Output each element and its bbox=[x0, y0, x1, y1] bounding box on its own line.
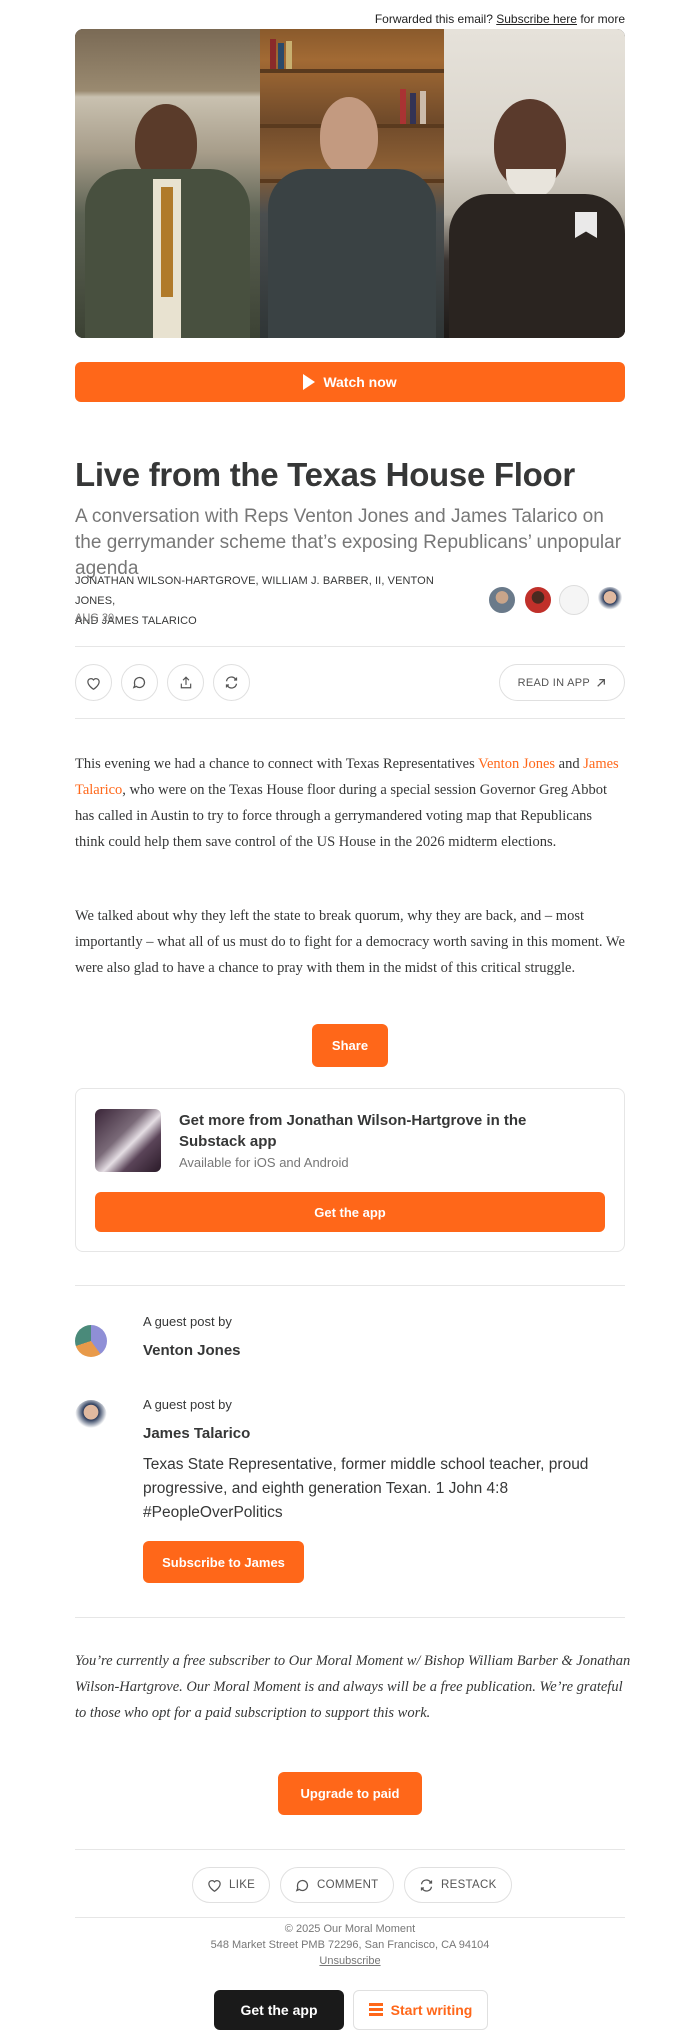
share-button[interactable]: Share bbox=[312, 1024, 388, 1067]
read-in-app-label: READ IN APP bbox=[517, 676, 590, 689]
video-thumbnail[interactable] bbox=[75, 29, 625, 338]
footer-address: 548 Market Street PMB 72296, San Francis… bbox=[210, 1939, 490, 1951]
video-pane-left bbox=[75, 29, 260, 338]
comment-icon bbox=[132, 676, 146, 689]
avatar[interactable] bbox=[595, 585, 625, 615]
avatar[interactable] bbox=[75, 1325, 107, 1357]
restack-icon bbox=[420, 1878, 433, 1892]
substack-logo-icon bbox=[368, 2003, 383, 2017]
heart-icon bbox=[87, 677, 100, 690]
arrow-up-right-icon bbox=[597, 678, 605, 687]
app-card-title: Get more from Jonathan Wilson-Hartgrove … bbox=[179, 1112, 527, 1150]
divider bbox=[75, 646, 625, 647]
avatar[interactable] bbox=[75, 1400, 107, 1432]
get-app-button[interactable]: Get the app bbox=[95, 1192, 605, 1232]
comment-icon bbox=[295, 1879, 309, 1892]
divider bbox=[75, 1849, 625, 1850]
author-avatars bbox=[487, 585, 625, 615]
footer-copyright: © 2025 Our Moral Moment bbox=[284, 1923, 416, 1935]
subscribe-here-link[interactable]: Subscribe here bbox=[496, 12, 577, 26]
restack-icon bbox=[225, 676, 238, 689]
comment-pill-button[interactable]: COMMENT bbox=[280, 1867, 394, 1903]
share-icon-button[interactable] bbox=[167, 664, 204, 701]
divider bbox=[75, 1617, 625, 1618]
share-icon bbox=[180, 676, 191, 689]
video-pane-right bbox=[444, 29, 625, 338]
guest-post-label: A guest post by bbox=[143, 1314, 232, 1329]
footer-get-app-button[interactable]: Get the app bbox=[214, 1990, 344, 2030]
like-button[interactable] bbox=[75, 664, 112, 701]
watch-now-label: Watch now bbox=[323, 374, 397, 390]
body-paragraph-1: This evening we had a chance to connect … bbox=[75, 751, 625, 855]
unsubscribe-link[interactable]: Unsubscribe bbox=[75, 1953, 625, 1969]
forward-suffix: for more bbox=[580, 12, 625, 26]
post-date: AUG 20 bbox=[75, 612, 115, 624]
play-icon bbox=[303, 374, 316, 390]
get-app-card: Get more from Jonathan Wilson-Hartgrove … bbox=[75, 1088, 625, 1252]
forward-text: Forwarded this email? bbox=[374, 12, 493, 26]
avatar[interactable] bbox=[559, 585, 589, 615]
guest-post-label: A guest post by bbox=[143, 1397, 232, 1412]
author-byline-line1: JONATHAN WILSON-HARTGROVE, WILLIAM J. BA… bbox=[75, 575, 434, 607]
guest-name-james[interactable]: James Talarico bbox=[143, 1425, 250, 1442]
publication-thumbnail bbox=[95, 1109, 161, 1172]
upgrade-to-paid-button[interactable]: Upgrade to paid bbox=[278, 1772, 422, 1815]
venton-jones-link[interactable]: Venton Jones bbox=[478, 756, 555, 772]
watch-now-button[interactable]: Watch now bbox=[75, 362, 625, 402]
restack-button[interactable] bbox=[213, 664, 250, 701]
heart-icon bbox=[208, 1880, 221, 1892]
divider bbox=[75, 1285, 625, 1286]
post-title[interactable]: Live from the Texas House Floor bbox=[75, 456, 635, 494]
like-label: LIKE bbox=[229, 1879, 256, 1891]
body-text: and bbox=[555, 756, 584, 772]
comment-label: COMMENT bbox=[317, 1879, 379, 1891]
avatar[interactable] bbox=[487, 585, 517, 615]
comment-button[interactable] bbox=[121, 664, 158, 701]
start-writing-button[interactable]: Start writing bbox=[353, 1990, 488, 2030]
divider bbox=[75, 1917, 625, 1918]
free-subscriber-note: You’re currently a free subscriber to Ou… bbox=[75, 1653, 631, 1721]
start-writing-label: Start writing bbox=[390, 2002, 473, 2018]
footer: © 2025 Our Moral Moment 548 Market Stree… bbox=[75, 1921, 625, 1969]
restack-label: RESTACK bbox=[441, 1879, 497, 1891]
restack-pill-button[interactable]: RESTACK bbox=[404, 1867, 512, 1903]
app-card-subtitle: Available for iOS and Android bbox=[179, 1155, 349, 1170]
body-paragraph-2: We talked about why they left the state … bbox=[75, 908, 625, 976]
guest-name-venton[interactable]: Venton Jones bbox=[143, 1342, 241, 1359]
author-byline[interactable]: JONATHAN WILSON-HARTGROVE, WILLIAM J. BA… bbox=[75, 571, 475, 631]
forward-notice: Forwarded this email? Subscribe here for… bbox=[375, 12, 625, 26]
read-in-app-button[interactable]: READ IN APP bbox=[498, 664, 625, 701]
author-byline-line2: AND JAMES TALARICO bbox=[75, 615, 197, 627]
avatar[interactable] bbox=[523, 585, 553, 615]
body-text: This evening we had a chance to connect … bbox=[75, 756, 479, 772]
divider bbox=[75, 718, 625, 719]
body-text: , who were on the Texas House floor duri… bbox=[75, 782, 608, 850]
guest-bio: Texas State Representative, former middl… bbox=[143, 1456, 589, 1521]
video-pane-middle bbox=[260, 29, 444, 338]
subscribe-to-james-button[interactable]: Subscribe to James bbox=[143, 1541, 304, 1583]
like-pill-button[interactable]: LIKE bbox=[192, 1867, 271, 1903]
